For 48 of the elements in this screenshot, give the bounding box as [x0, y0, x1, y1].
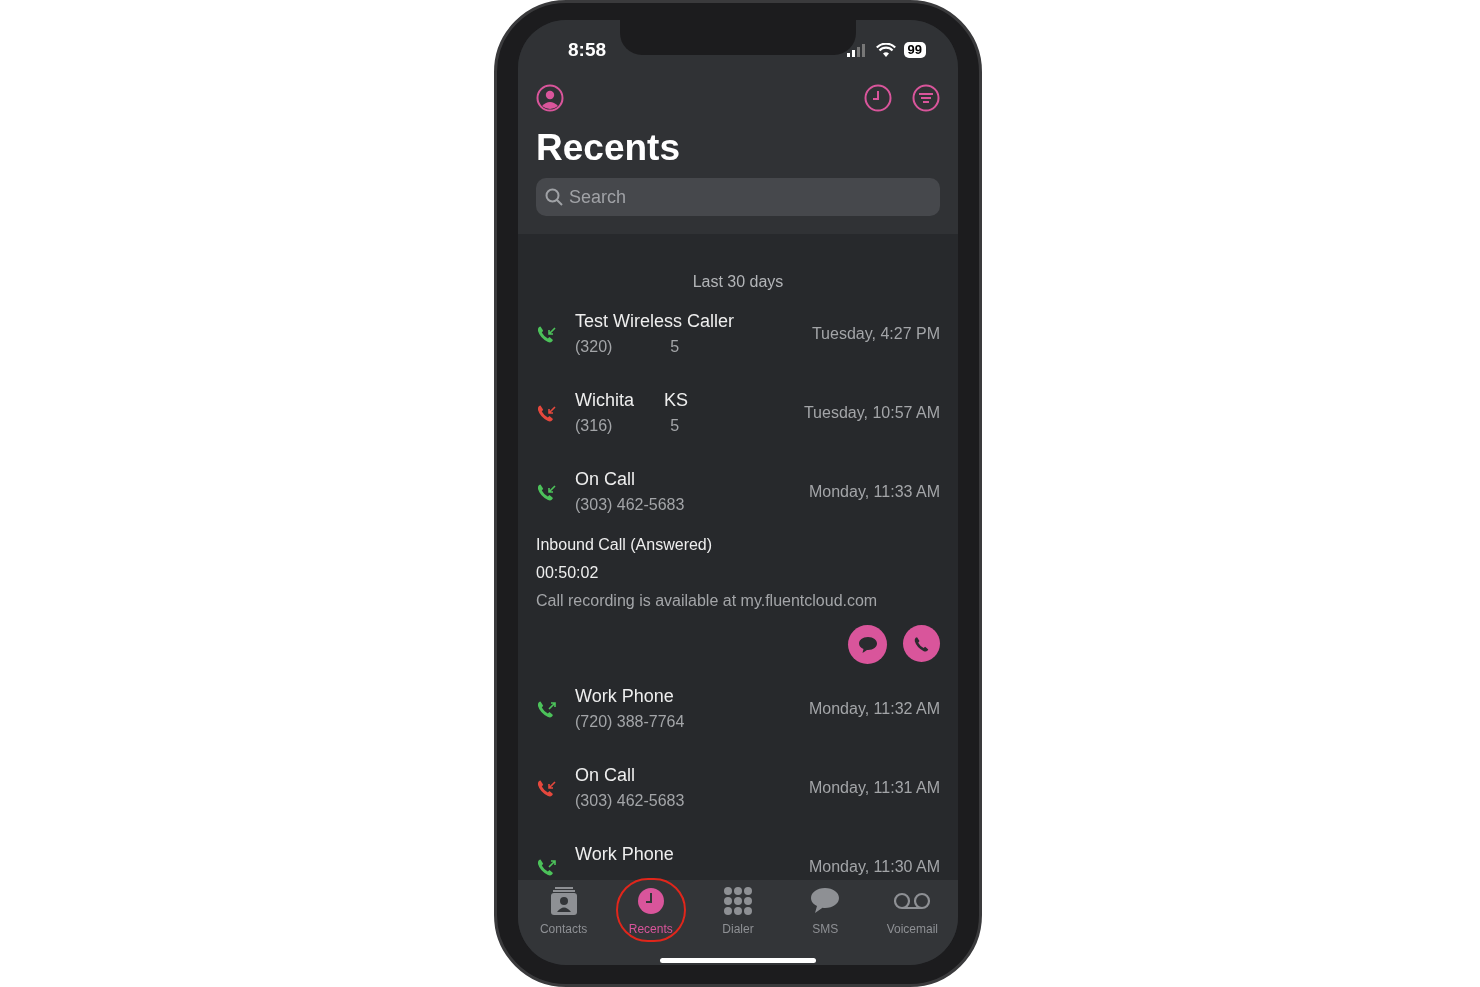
search-field[interactable]: Search [536, 178, 940, 216]
tab-bar-item[interactable]: Contacts [523, 886, 604, 938]
call-time: Monday, 11:32 AM [808, 698, 940, 719]
contact-card-icon [548, 886, 579, 916]
call-duration: 00:50:02 [536, 563, 599, 583]
phone-number: (303) 462-5683 [575, 790, 685, 811]
caller-name: On Call [575, 467, 636, 491]
call-row[interactable]: Test Wireless Caller (320) 5 Tuesday, 4:27 PM [536, 294, 940, 373]
call-type: Inbound Call (Answered) [536, 535, 713, 555]
phone-icon [912, 634, 931, 653]
call-row[interactable]: Work Phone Monday, 11:30 AM [536, 827, 940, 880]
tab-bar-item[interactable]: SMS [785, 886, 866, 938]
tab-bar-item[interactable]: Voicemail [872, 886, 953, 938]
call-row[interactable]: On Call (303) 462-5683 Monday, 11:31 AM [536, 748, 940, 827]
signal-icon [845, 43, 868, 57]
phone-number: (303) 462-5683 [575, 494, 685, 515]
recording-note: Call recording is available at my.fluentcloud.com [536, 591, 878, 611]
caller-name: Work Phone [575, 684, 674, 708]
keypad-icon [722, 886, 753, 916]
phone-number: (320) 5 [575, 336, 680, 357]
battery-level: 99 [903, 42, 926, 58]
status-time: 8:58 [568, 37, 607, 62]
call-button[interactable] [903, 625, 940, 662]
section-label: Last 30 days [692, 272, 784, 292]
phone-number: (720) 388-7764 [575, 711, 685, 732]
message-button[interactable] [848, 625, 887, 664]
call-time: Monday, 11:33 AM [808, 481, 940, 502]
clock-icon[interactable] [864, 84, 892, 112]
call-time: Monday, 11:31 AM [808, 777, 940, 798]
caller-name: Wichita KS [575, 388, 689, 412]
call-time: Monday, 11:30 AM [808, 856, 940, 877]
call-time: Tuesday, 10:57 AM [803, 402, 940, 423]
caller-name: On Call [575, 763, 636, 787]
wifi-icon [875, 42, 896, 58]
call-time: Tuesday, 4:27 PM [811, 323, 940, 344]
call-row[interactable]: On Call (303) 462-5683 Monday, 11:33 AM [536, 452, 940, 531]
profile-icon[interactable] [536, 84, 564, 112]
clock-icon [635, 886, 666, 916]
tab-bar-item[interactable]: Dialer [697, 886, 778, 938]
page-title: Recents [535, 126, 681, 170]
filter-icon[interactable] [912, 84, 940, 112]
caller-name: Work Phone [575, 842, 674, 866]
chat-bubble-icon [809, 886, 842, 916]
call-row[interactable]: Wichita KS (316) 5 Tuesday, 10:57 AM [536, 373, 940, 452]
caller-name: Test Wireless Caller [575, 309, 735, 333]
phone-number: (316) 5 [575, 415, 680, 436]
call-row[interactable]: Work Phone (720) 388-7764 Monday, 11:32 AM [536, 669, 940, 748]
chat-bubble-icon [856, 634, 879, 655]
